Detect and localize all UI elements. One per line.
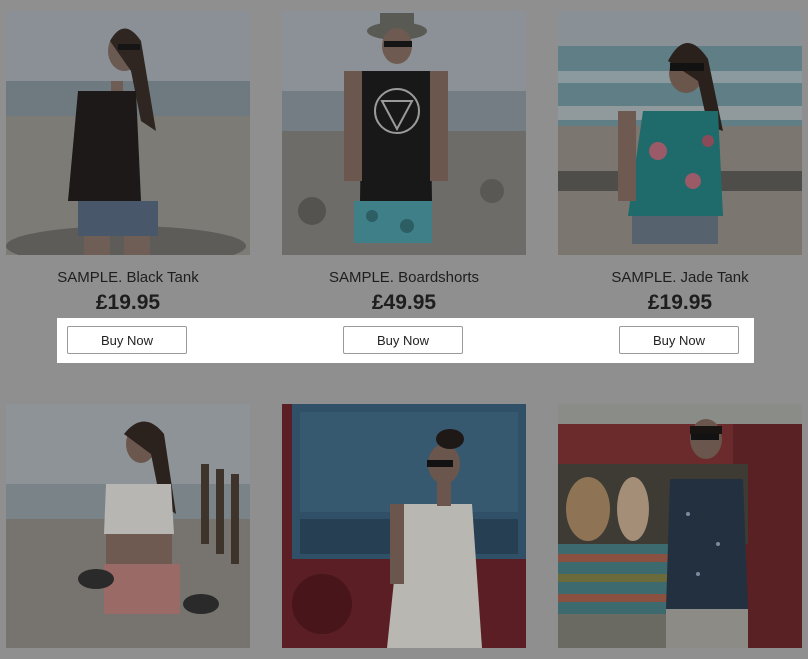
product-image-white-dress[interactable] [282,404,526,648]
buy-now-button-jade-tank[interactable]: Buy Now [619,326,739,354]
product-image-boardshorts[interactable] [282,11,526,255]
product-price: £19.95 [95,291,161,314]
buy-now-button-black-tank[interactable]: Buy Now [67,326,187,354]
product-image-print-shirt[interactable] [558,404,802,648]
product-title[interactable]: SAMPLE. Black Tank [6,269,250,286]
product-image-jade-tank[interactable] [558,11,802,255]
product-image-black-tank[interactable] [6,11,250,255]
product-title[interactable]: SAMPLE. Jade Tank [558,269,802,286]
product-image-crop-top[interactable] [6,404,250,648]
product-price: £49.95 [371,291,437,314]
product-price: £19.95 [647,291,713,314]
buy-now-button-boardshorts[interactable]: Buy Now [343,326,463,354]
product-title[interactable]: SAMPLE. Boardshorts [282,269,526,286]
product-grid: SAMPLE. Black Tank £19.95 SAMPLE. Boards… [0,0,808,659]
